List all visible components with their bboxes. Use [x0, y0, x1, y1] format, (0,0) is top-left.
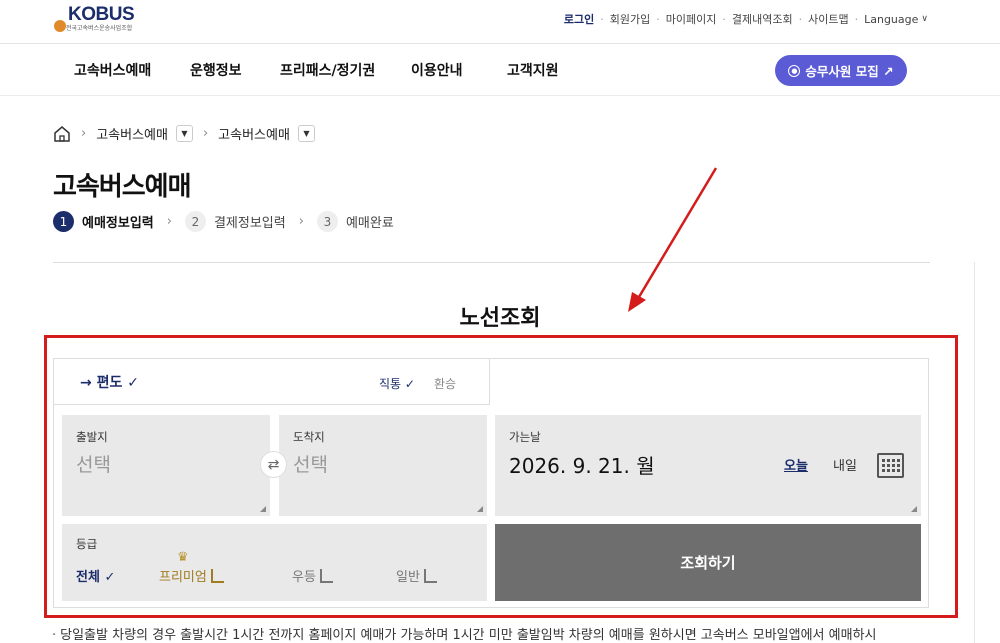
nav-operation-info[interactable]: 운행정보 [190, 60, 280, 80]
booking-steps: 1 예매정보입력 › 2 결제정보입력 › 3 예매완료 [53, 211, 394, 232]
nav-divider [0, 95, 1000, 96]
grade-field: 등급 ♛ 전체 ✓ 프리미엄 우등 일반 [62, 524, 487, 601]
header-divider [0, 43, 1000, 44]
arrival-label: 도착지 [293, 430, 325, 444]
page-title: 고속버스예매 [53, 172, 192, 202]
trip-type-tab: → 편도 ✓ 직통 ✓ 환승 [54, 359, 490, 405]
seat-icon [423, 569, 437, 583]
date-label: 가는날 [509, 430, 541, 444]
corner-triangle-icon [260, 506, 266, 512]
departure-value: 선택 [76, 454, 111, 476]
departure-label: 출발지 [76, 430, 108, 444]
direct-option[interactable]: 직통 ✓ [379, 375, 415, 392]
recruit-label: 승무사원 모집 ↗ [805, 64, 894, 79]
seat-icon [210, 569, 224, 583]
oneway-tab[interactable]: → 편도 ✓ [80, 372, 139, 392]
step-1-label: 예매정보입력 [82, 216, 154, 231]
logo-mark-icon [54, 20, 66, 32]
login-link[interactable]: 로그인 [564, 11, 594, 27]
signup-link[interactable]: 회원가입 [610, 11, 650, 27]
breadcrumb-item-2[interactable]: 고속버스예매 [218, 124, 290, 143]
breadcrumb: › 고속버스예매 ▼ › 고속버스예매 ▼ [53, 124, 315, 143]
departure-field[interactable]: 출발지 선택 [62, 415, 270, 516]
crown-icon: ♛ [177, 550, 189, 565]
utility-nav: 로그인 · 회원가입 · 마이페이지 · 결제내역조회 · 사이트맵 · Language… [563, 11, 928, 27]
mypage-link[interactable]: 마이페이지 [666, 11, 717, 27]
side-panel-edge [974, 262, 1000, 643]
excellent-label: 우등 [292, 570, 316, 585]
recruit-button[interactable]: ● 승무사원 모집 ↗ [775, 55, 907, 86]
premium-label: 프리미엄 [159, 570, 207, 585]
language-select[interactable]: Language [864, 13, 918, 26]
corner-triangle-icon [477, 506, 483, 512]
kobus-logo[interactable]: KOBUS 전국고속버스운송사업조합 [54, 4, 144, 38]
breadcrumb-dropdown-2[interactable]: ▼ [297, 125, 315, 142]
annotation-arrow [628, 167, 718, 312]
transfer-option[interactable]: 환승 [434, 375, 456, 392]
notice-text: 당일출발 차량의 경우 출발시간 1시간 전까지 홈페이지 예매가 가능하며 1… [60, 628, 877, 643]
calendar-icon[interactable] [877, 453, 904, 478]
booking-notice: · 당일출발 차량의 경우 출발시간 1시간 전까지 홈페이지 예매가 가능하며 … [52, 624, 877, 643]
tomorrow-button[interactable]: 내일 [833, 455, 857, 474]
chevron-right-icon: › [298, 214, 304, 229]
search-button[interactable]: 조회하기 [495, 524, 921, 601]
breadcrumb-dropdown-1[interactable]: ▼ [175, 125, 193, 142]
person-icon: ● [788, 64, 801, 77]
chevron-right-icon: › [202, 126, 209, 141]
payment-history-link[interactable]: 결제내역조회 [732, 11, 793, 27]
chevron-down-icon: ∨ [921, 14, 928, 24]
date-field[interactable]: 가는날 2026. 9. 21. 월 오늘 내일 [495, 415, 921, 516]
chevron-right-icon: › [166, 214, 172, 229]
grade-general-option[interactable]: 일반 [396, 566, 437, 585]
general-label: 일반 [396, 570, 420, 585]
logo-subtitle: 전국고속버스운송사업조합 [66, 25, 133, 32]
step-3-number: 3 [316, 211, 338, 232]
grade-premium-option[interactable]: 프리미엄 [159, 566, 224, 585]
breadcrumb-item-1[interactable]: 고속버스예매 [96, 124, 168, 143]
nav-freepass[interactable]: 프리패스/정기권 [280, 60, 411, 80]
grade-all-option[interactable]: 전체 ✓ [76, 566, 115, 585]
sitemap-link[interactable]: 사이트맵 [808, 11, 848, 27]
chevron-right-icon: › [81, 126, 87, 141]
date-value: 2026. 9. 21. 월 [509, 454, 655, 478]
arrival-field[interactable]: 도착지 선택 [279, 415, 487, 516]
corner-triangle-icon [911, 506, 917, 512]
nav-guide[interactable]: 이용안내 [411, 60, 507, 80]
nav-support[interactable]: 고객지원 [507, 60, 559, 80]
nav-express-booking[interactable]: 고속버스예매 [74, 60, 190, 80]
step-3-label: 예매완료 [345, 216, 394, 231]
main-nav: 고속버스예매 운행정보 프리패스/정기권 이용안내 고객지원 [74, 60, 559, 80]
today-button[interactable]: 오늘 [784, 455, 808, 474]
home-icon[interactable] [53, 125, 71, 142]
seat-icon [319, 569, 333, 583]
grade-label: 등급 [76, 537, 98, 551]
step-2-label: 결제정보입력 [213, 216, 286, 231]
step-2-number: 2 [184, 211, 206, 232]
bullet-icon: · [52, 628, 57, 643]
title-divider [53, 262, 930, 263]
section-title: 노선조회 [459, 306, 541, 331]
swap-icon[interactable]: ⇄ [260, 451, 287, 478]
arrival-value: 선택 [293, 454, 328, 476]
grade-excellent-option[interactable]: 우등 [292, 566, 333, 585]
step-1-number: 1 [53, 211, 74, 232]
